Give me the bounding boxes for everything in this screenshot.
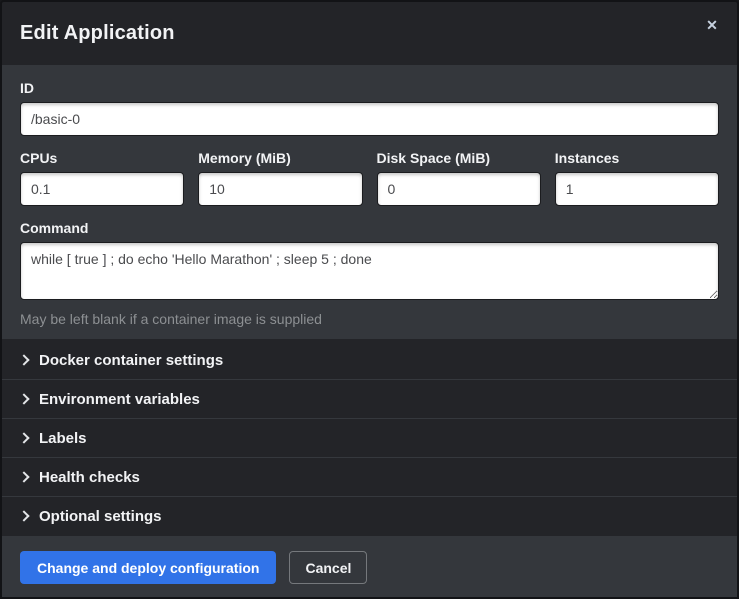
cpus-field-group: CPUs (20, 150, 184, 206)
settings-accordion: Docker container settings Environment va… (2, 339, 737, 536)
modal-header: Edit Application ✕ (2, 2, 737, 65)
command-field-group: Command while [ true ] ; do echo 'Hello … (20, 220, 719, 327)
disk-input[interactable] (377, 172, 541, 206)
section-label: Environment variables (39, 391, 200, 408)
resources-row: CPUs Memory (MiB) Disk Space (MiB) Insta… (20, 150, 719, 206)
section-label: Labels (39, 430, 87, 447)
section-environment-variables[interactable]: Environment variables (2, 380, 737, 419)
memory-field-group: Memory (MiB) (198, 150, 362, 206)
command-textarea[interactable]: while [ true ] ; do echo 'Hello Marathon… (20, 242, 719, 300)
section-optional-settings[interactable]: Optional settings (2, 497, 737, 536)
disk-field-group: Disk Space (MiB) (377, 150, 541, 206)
change-and-deploy-button[interactable]: Change and deploy configuration (20, 551, 276, 584)
cpus-label: CPUs (20, 150, 184, 166)
chevron-right-icon (18, 354, 29, 365)
section-label: Docker container settings (39, 352, 223, 369)
section-label: Health checks (39, 469, 140, 486)
id-field-group: ID (20, 80, 719, 136)
memory-input[interactable] (198, 172, 362, 206)
instances-label: Instances (555, 150, 719, 166)
command-help-text: May be left blank if a container image i… (20, 311, 719, 327)
application-form: ID CPUs Memory (MiB) Disk Space (MiB) In… (2, 65, 737, 339)
section-label: Optional settings (39, 508, 162, 525)
memory-label: Memory (MiB) (198, 150, 362, 166)
id-label: ID (20, 80, 719, 96)
chevron-right-icon (18, 432, 29, 443)
chevron-right-icon (18, 393, 29, 404)
edit-application-modal: Edit Application ✕ ID CPUs Memory (MiB) … (0, 0, 739, 599)
chevron-right-icon (18, 471, 29, 482)
modal-title: Edit Application (20, 22, 175, 45)
section-labels[interactable]: Labels (2, 419, 737, 458)
disk-label: Disk Space (MiB) (377, 150, 541, 166)
section-docker-container-settings[interactable]: Docker container settings (2, 341, 737, 380)
cpus-input[interactable] (20, 172, 184, 206)
id-input[interactable] (20, 102, 719, 136)
close-icon[interactable]: ✕ (701, 14, 723, 36)
cancel-button[interactable]: Cancel (289, 551, 367, 584)
section-health-checks[interactable]: Health checks (2, 458, 737, 497)
command-label: Command (20, 220, 719, 236)
chevron-right-icon (18, 510, 29, 521)
instances-field-group: Instances (555, 150, 719, 206)
instances-input[interactable] (555, 172, 719, 206)
modal-footer: Change and deploy configuration Cancel (2, 536, 737, 599)
